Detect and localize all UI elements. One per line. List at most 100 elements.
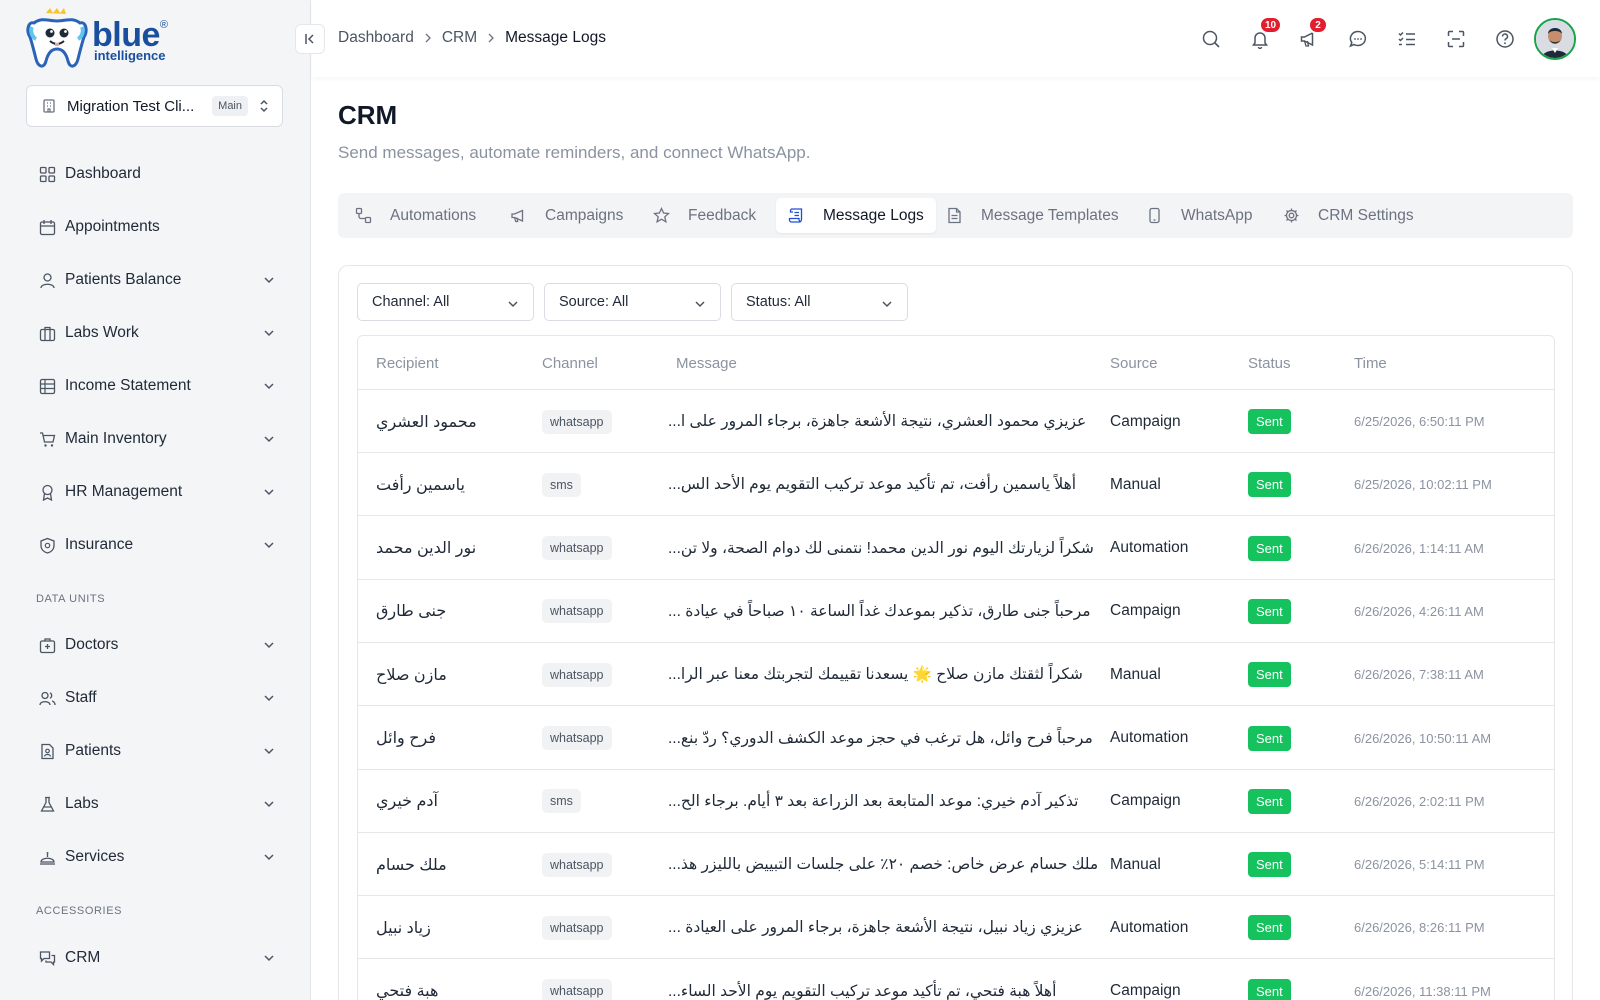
table-row[interactable]: جنى طارق whatsapp مرحباً جنى طارق، تذكير ب… (358, 580, 1554, 643)
table-row[interactable]: مازن صلاح whatsapp شكراً لثقتك مازن صلاح 🌟… (358, 643, 1554, 707)
hospital-icon (39, 637, 55, 653)
channel-filter-select[interactable]: Channel: All (357, 283, 534, 321)
status-cell: Sent (1248, 896, 1291, 959)
sidebar-item-dashboard[interactable]: Dashboard (26, 154, 283, 194)
tab-label: Campaigns (545, 206, 624, 224)
recipient-cell: مازن صلاح (376, 666, 447, 684)
column-header-channel[interactable]: Channel (542, 355, 598, 372)
help-button[interactable] (1494, 28, 1516, 50)
channel-cell: whatsapp (542, 896, 612, 959)
flask-icon (39, 796, 55, 812)
breadcrumb: Dashboard CRM Message Logs (338, 29, 606, 47)
time-cell: 6/25/2026, 6:50:11 PM (1354, 414, 1485, 429)
chevron-down-icon (695, 301, 705, 308)
table-row[interactable]: محمود العشري whatsapp عزيزي محمود العشري، … (358, 390, 1554, 453)
table-row[interactable]: فرح وائل whatsapp مرحباً فرح وائل، هل ترغب… (358, 707, 1554, 770)
tab-feedback[interactable]: Feedback (641, 198, 768, 233)
time-cell: 6/26/2026, 4:26:11 AM (1354, 603, 1484, 619)
column-header-message[interactable]: Message (676, 355, 737, 372)
branch-selector[interactable]: Migration Test Cli... Main (26, 85, 283, 127)
logo[interactable]: blue® intelligence (26, 8, 168, 72)
table-row[interactable]: هبة فتحي whatsapp أهلاً هبة فتحي، تم تأكيد… (358, 960, 1554, 1000)
grid-icon (39, 166, 55, 182)
message-cell: أهلاً ياسمين رأفت، تم تأكيد موعد تركيب ا… (668, 476, 1077, 494)
sidebar-item-patients[interactable]: Patients (26, 731, 283, 771)
tab-message-templates[interactable]: Message Templates (934, 198, 1131, 233)
breadcrumb-crm[interactable]: CRM (442, 29, 477, 47)
sidebar-item-label: Insurance (65, 536, 134, 553)
column-header-status[interactable]: Status (1248, 355, 1291, 372)
chevron-right-icon (488, 33, 495, 43)
phone-icon (1149, 207, 1160, 224)
sidebar-item-services[interactable]: Services (26, 837, 283, 877)
tab-automations[interactable]: Automations (343, 198, 488, 233)
breadcrumb-message-logs: Message Logs (505, 29, 606, 46)
source-filter-select[interactable]: Source: All (544, 283, 721, 321)
gear-icon (1284, 208, 1299, 223)
section-label-data-units: DATA UNITS (36, 593, 106, 605)
chevron-down-icon (882, 301, 892, 308)
fullscreen-button[interactable] (1445, 28, 1467, 50)
channel-chip: whatsapp (542, 979, 612, 1000)
table-row[interactable]: آدم خيري sms تذكير آدم خيري: موعد المتابعة… (358, 770, 1554, 833)
sidebar-item-main-inventory[interactable]: Main Inventory (26, 419, 283, 459)
sidebar-item-income-statement[interactable]: Income Statement (26, 366, 283, 406)
tasks-button[interactable] (1396, 28, 1418, 50)
status-badge: Sent (1248, 598, 1291, 624)
sidebar-item-insurance[interactable]: Insurance (26, 525, 283, 565)
sidebar-item-staff[interactable]: Staff (26, 678, 283, 718)
status-cell: Sent (1248, 770, 1291, 833)
tab-whatsapp[interactable]: WhatsApp (1134, 198, 1265, 233)
source-cell: Automation (1110, 539, 1189, 557)
sidebar-item-patients-balance[interactable]: Patients Balance (26, 260, 283, 300)
fullscreen-icon (1447, 30, 1465, 48)
channel-cell: sms (542, 770, 581, 833)
shield-icon (39, 537, 55, 554)
column-header-time[interactable]: Time (1354, 355, 1387, 372)
column-header-source[interactable]: Source (1110, 355, 1158, 372)
sidebar-item-hr-management[interactable]: HR Management (26, 472, 283, 512)
column-header-recipient[interactable]: Recipient (376, 355, 439, 372)
search-button[interactable] (1200, 28, 1222, 50)
sidebar-item-labs[interactable]: Labs (26, 784, 283, 824)
tab-message-logs[interactable]: Message Logs (776, 198, 936, 233)
notifications-badge: 10 (1259, 16, 1283, 34)
sidebar-item-labs-work[interactable]: Labs Work (26, 313, 283, 353)
file-user-icon (40, 743, 54, 759)
sidebar-item-label: Labs Work (65, 324, 139, 341)
status-filter-select[interactable]: Status: All (731, 283, 908, 321)
status-cell: Sent (1248, 580, 1291, 643)
sidebar-item-label: HR Management (65, 483, 183, 500)
sidebar-item-appointments[interactable]: Appointments (26, 207, 283, 247)
user-avatar[interactable] (1534, 18, 1576, 60)
channel-chip: sms (542, 472, 581, 497)
notifications-button[interactable]: 10 (1249, 16, 1283, 50)
sidebar-item-crm[interactable]: CRM (26, 938, 283, 978)
announcements-button[interactable]: 2 (1298, 16, 1328, 50)
sidebar-item-doctors[interactable]: Doctors (26, 625, 283, 665)
table-row[interactable]: ياسمين رأفت sms أهلاً ياسمين رأفت، تم تأكي… (358, 453, 1554, 517)
sidebar-item-label: Doctors (65, 636, 119, 653)
message-cell: أهلاً هبة فتحي، تم تأكيد موعد تركيب التق… (668, 982, 1057, 1000)
chat-button[interactable] (1347, 28, 1369, 50)
collapse-left-icon (305, 34, 314, 44)
tab-crm-settings[interactable]: CRM Settings (1271, 198, 1426, 233)
time-cell: 6/26/2026, 10:50:11 AM (1354, 730, 1492, 746)
status-cell: Sent (1248, 453, 1291, 516)
table-row[interactable]: ملك حسام whatsapp ملك حسام عرض خاص: خصم ٢٠… (358, 833, 1554, 897)
table-row[interactable]: زياد نبيل whatsapp عزيزي زياد نبيل، نتيجة … (358, 896, 1554, 960)
tab-campaigns[interactable]: Campaigns (498, 198, 635, 233)
collapse-sidebar-button[interactable] (295, 24, 325, 54)
page-title: CRM (338, 100, 398, 130)
channel-chip: whatsapp (542, 599, 612, 624)
source-cell: Manual (1110, 855, 1161, 873)
message-cell: شكراً لثقتك مازن صلاح 🌟 يسعدنا تقييمك لت… (668, 666, 1083, 684)
table-row[interactable]: نور الدين محمد whatsapp شكراً لزيارتك اليو… (358, 517, 1554, 580)
chevron-down-icon (264, 748, 274, 755)
recipient-cell: جنى طارق (376, 603, 447, 621)
status-badge: Sent (1248, 472, 1291, 498)
chevron-down-icon (264, 277, 274, 284)
recipient-cell: فرح وائل (376, 730, 436, 747)
chevron-down-icon (264, 330, 274, 337)
breadcrumb-dashboard[interactable]: Dashboard (338, 29, 414, 47)
